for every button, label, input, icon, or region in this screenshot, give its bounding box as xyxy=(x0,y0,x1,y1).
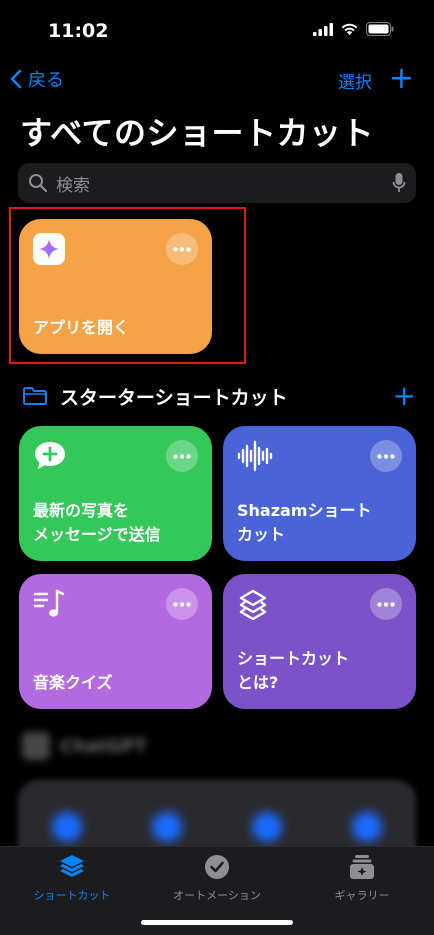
shortcut-label: アプリを開く xyxy=(33,318,130,337)
ellipsis-icon xyxy=(377,601,395,607)
section-title: スターターショートカット xyxy=(60,386,288,409)
search-icon xyxy=(29,174,48,193)
shortcut-label: Shazamショート カット xyxy=(237,501,372,544)
more-options-button[interactable] xyxy=(370,588,402,620)
more-options-button[interactable] xyxy=(166,233,198,265)
blurred-dot xyxy=(152,812,182,842)
select-button[interactable]: 選択 xyxy=(338,68,372,93)
tab-label: ショートカット xyxy=(33,889,111,902)
page-title: すべてのショートカット xyxy=(20,114,374,152)
shortcut-card-music-quiz[interactable]: 音楽クイズ xyxy=(19,574,212,709)
shortcut-label: 音楽クイズ xyxy=(33,673,113,692)
chevron-left-icon xyxy=(10,69,22,89)
add-starter-button[interactable]: + xyxy=(393,382,416,410)
ellipsis-icon xyxy=(377,453,395,459)
sparkle-app-icon xyxy=(33,233,65,265)
clock-check-icon xyxy=(205,855,229,879)
add-shortcut-button[interactable]: + xyxy=(389,64,414,94)
blurred-dot xyxy=(352,812,382,842)
more-options-button[interactable] xyxy=(166,440,198,472)
cellular-signal-icon xyxy=(313,22,333,36)
blurred-dot xyxy=(252,812,282,842)
shortcut-card-open-app[interactable]: アプリを開く xyxy=(19,219,212,354)
starter-section-header: スターターショートカット + xyxy=(22,382,416,410)
search-input[interactable]: 検索 xyxy=(56,171,392,196)
status-icons xyxy=(313,22,394,36)
tab-automation[interactable]: オートメーション xyxy=(145,853,289,903)
blurred-dot xyxy=(52,812,82,842)
blurred-app-icon xyxy=(22,732,50,760)
battery-icon xyxy=(366,22,394,36)
navigation-bar: 戻る 選択 + xyxy=(0,64,434,96)
shortcut-card-shazam[interactable]: Shazamショート カット xyxy=(223,426,416,561)
wifi-icon xyxy=(341,23,358,35)
tab-gallery[interactable]: ギャラリー xyxy=(290,853,434,903)
shortcut-label: 最新の写真を メッセージで送信 xyxy=(33,501,161,544)
shortcuts-layers-icon xyxy=(239,589,267,620)
status-time: 11:02 xyxy=(48,20,109,42)
search-field[interactable]: 検索 xyxy=(18,163,416,203)
folder-icon xyxy=(23,387,47,405)
waveform-icon xyxy=(237,440,273,472)
tab-label: オートメーション xyxy=(173,889,261,902)
microphone-icon[interactable] xyxy=(392,172,406,194)
shortcut-card-send-photo[interactable]: 最新の写真を メッセージで送信 xyxy=(19,426,212,561)
status-bar: 11:02 xyxy=(0,0,434,60)
music-list-icon xyxy=(33,589,65,617)
back-label: 戻る xyxy=(28,70,64,91)
tab-label: ギャラリー xyxy=(334,889,390,902)
message-plus-icon xyxy=(35,442,65,469)
ellipsis-icon xyxy=(173,246,191,252)
shortcut-label: ショートカット とは? xyxy=(237,649,350,692)
tab-shortcuts[interactable]: ショートカット xyxy=(0,853,144,903)
blurred-app-row: ChatGPT xyxy=(22,732,147,760)
back-button[interactable]: 戻る xyxy=(10,66,64,92)
ellipsis-icon xyxy=(173,453,191,459)
more-options-button[interactable] xyxy=(166,588,198,620)
ellipsis-icon xyxy=(173,601,191,607)
more-options-button[interactable] xyxy=(370,440,402,472)
shortcuts-stack-icon xyxy=(60,855,84,877)
home-indicator xyxy=(141,920,293,925)
blurred-app-label: ChatGPT xyxy=(60,735,148,757)
gallery-icon xyxy=(350,855,374,879)
shortcut-card-what-is-shortcuts[interactable]: ショートカット とは? xyxy=(223,574,416,709)
